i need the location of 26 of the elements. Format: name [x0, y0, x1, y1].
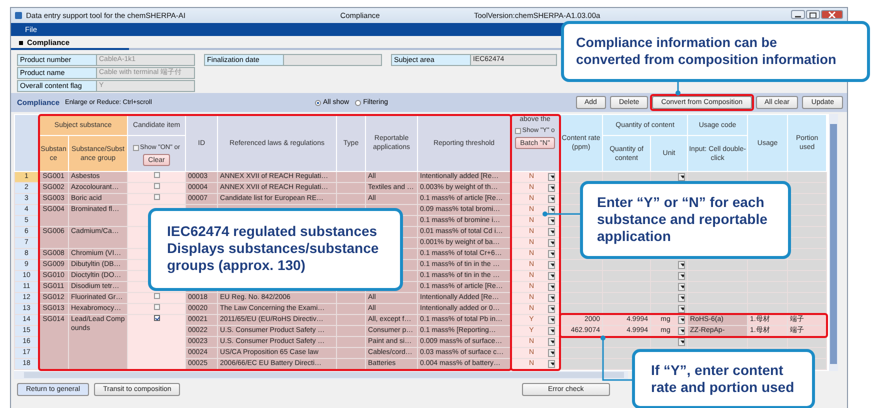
- checkbox[interactable]: [154, 315, 160, 321]
- checkbox[interactable]: [154, 293, 160, 299]
- close-button[interactable]: [821, 10, 843, 18]
- leader-line: [676, 79, 680, 96]
- annotation-tooltip: If “Y”, enter content rate and portion used: [632, 349, 815, 408]
- radio-button[interactable]: [315, 100, 321, 106]
- text-field[interactable]: [284, 54, 382, 66]
- annotation-tooltip: Compliance information can be converted from composition information: [561, 21, 870, 82]
- checkbox[interactable]: [154, 194, 160, 200]
- square-icon: [19, 40, 23, 44]
- close-icon: [827, 10, 837, 18]
- vertical-scrollbar[interactable]: [829, 114, 838, 371]
- annotation-tooltip: Enter “Y” or “N” for each substance and reportable application: [580, 181, 791, 259]
- minimize-button[interactable]: [791, 10, 805, 18]
- checkbox[interactable]: [154, 172, 160, 178]
- checkbox[interactable]: [154, 183, 160, 189]
- leader-line: [600, 336, 632, 381]
- leader-line: [542, 212, 580, 216]
- maximize-button[interactable]: [806, 10, 820, 18]
- caret-icon: [679, 173, 684, 180]
- annotation-tooltip: IEC62474 regulated substances Displays substances/substance groups (approx. 130): [148, 208, 403, 291]
- checkbox[interactable]: [154, 304, 160, 310]
- radio-button[interactable]: [355, 100, 362, 106]
- maximize-icon: [808, 10, 818, 18]
- app-icon: [15, 12, 22, 19]
- horizontal-scrollbar[interactable]: [14, 371, 628, 379]
